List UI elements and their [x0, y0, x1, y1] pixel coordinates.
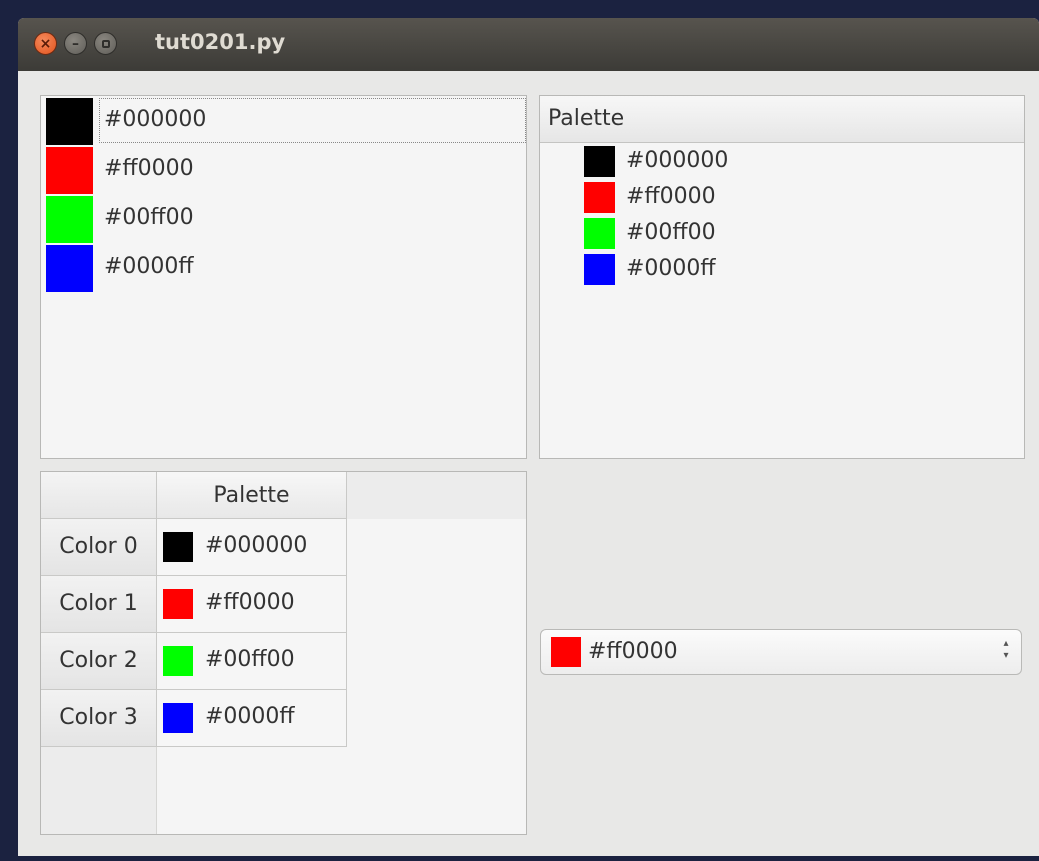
tree-header-label: Palette — [548, 106, 625, 131]
table-cell-label: #000000 — [205, 533, 308, 558]
color-swatch — [163, 646, 193, 676]
app-window: × – tut0201.py #000000 #ff0000 #00ff00 #… — [18, 18, 1039, 856]
list-item-label: #00ff00 — [104, 205, 194, 230]
list-view[interactable]: #000000 #ff0000 #00ff00 #0000ff — [40, 95, 527, 459]
list-item[interactable]: #0000ff — [46, 245, 521, 293]
table-corner-button[interactable] — [41, 472, 157, 519]
list-item-label: #0000ff — [104, 254, 194, 279]
table-row-header[interactable]: Color 2 — [41, 633, 157, 690]
list-item[interactable]: #000000 — [46, 98, 526, 146]
color-swatch — [584, 254, 615, 285]
maximize-icon — [101, 39, 110, 48]
list-item[interactable]: #00ff00 — [46, 196, 521, 244]
table-view[interactable]: Palette Color 0 #000000 Color 1 #ff0000 … — [40, 471, 527, 835]
color-swatch — [46, 98, 93, 145]
color-swatch — [584, 182, 615, 213]
combo-arrows-icon: ▴ ▾ — [1003, 638, 1009, 661]
table-cell[interactable]: #0000ff — [157, 690, 347, 747]
close-icon: × — [39, 35, 52, 52]
list-item-label: #ff0000 — [104, 156, 194, 181]
table-row[interactable]: Color 0 #000000 — [41, 519, 347, 576]
color-swatch — [46, 147, 93, 194]
color-swatch — [46, 245, 93, 292]
table-cell[interactable]: #ff0000 — [157, 576, 347, 633]
color-combo-box[interactable]: #ff0000 ▴ ▾ — [540, 629, 1022, 675]
table-cell[interactable]: #00ff00 — [157, 633, 347, 690]
tree-item-label: #0000ff — [626, 256, 716, 281]
table-cell-label: #ff0000 — [205, 590, 295, 615]
table-cell-label: #00ff00 — [205, 647, 295, 672]
color-swatch — [551, 637, 581, 667]
tree-item-label: #00ff00 — [626, 220, 716, 245]
color-swatch — [584, 218, 615, 249]
table-cell-label: #0000ff — [205, 704, 295, 729]
list-item[interactable]: #ff0000 — [46, 147, 521, 195]
color-swatch — [163, 532, 193, 562]
table-row[interactable]: Color 3 #0000ff — [41, 690, 347, 747]
tree-item-label: #000000 — [626, 148, 729, 173]
table-row-header[interactable]: Color 3 — [41, 690, 157, 747]
table-row-header[interactable]: Color 0 — [41, 519, 157, 576]
table-row[interactable]: Color 1 #ff0000 — [41, 576, 347, 633]
color-swatch — [46, 196, 93, 243]
tree-view[interactable]: Palette #000000 #ff0000 #00ff00 #0000ff — [539, 95, 1025, 459]
color-swatch — [163, 703, 193, 733]
title-bar: × – tut0201.py — [18, 18, 1039, 71]
table-header-fill — [347, 472, 526, 519]
color-swatch — [584, 146, 615, 177]
list-item-label: #000000 — [104, 107, 207, 132]
table-column-header[interactable]: Palette — [157, 472, 347, 519]
minimize-icon: – — [72, 35, 79, 52]
maximize-window-button[interactable] — [94, 32, 117, 55]
table-cell[interactable]: #000000 — [157, 519, 347, 576]
tree-item-label: #ff0000 — [626, 184, 716, 209]
table-row-header[interactable]: Color 1 — [41, 576, 157, 633]
combo-selected-label: #ff0000 — [588, 639, 678, 664]
close-window-button[interactable]: × — [34, 32, 57, 55]
table-row[interactable]: Color 2 #00ff00 — [41, 633, 347, 690]
minimize-window-button[interactable]: – — [64, 32, 87, 55]
tree-header[interactable]: Palette — [540, 96, 1024, 143]
window-title: tut0201.py — [155, 30, 286, 54]
color-swatch — [163, 589, 193, 619]
